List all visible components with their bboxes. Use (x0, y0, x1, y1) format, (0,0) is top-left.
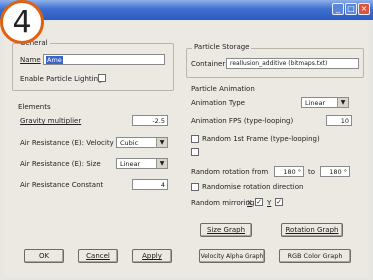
air-constant-field[interactable]: 4 (132, 179, 168, 190)
elements-legend: Elements (18, 103, 51, 111)
minimize-button[interactable]: _ (332, 3, 344, 15)
extra-checkbox[interactable] (191, 148, 199, 156)
enable-lighting-label: Enable Particle Lighting (20, 75, 103, 83)
particle-animation-legend: Particle Animation (191, 85, 255, 93)
container-label: Container (191, 60, 226, 68)
air-constant-label: Air Resistance Constant (20, 181, 104, 189)
gravity-label: Gravity multiplier (20, 117, 82, 125)
cancel-button[interactable]: Cancel (78, 249, 118, 263)
air-size-value: Linear (120, 160, 141, 168)
general-group (12, 43, 174, 91)
random-mirroring-label: Random mirroring (191, 199, 255, 207)
rotation-to-field[interactable]: 180 ° (320, 166, 350, 177)
air-size-label: Air Resistance (E): Size (20, 160, 101, 168)
random-first-frame-label: Random 1st Frame (type-looping) (202, 135, 320, 143)
step-number-badge: 4 (0, 0, 44, 44)
air-velocity-label: Air Resistance (E): Velocity (20, 139, 114, 147)
container-select[interactable]: reallusion_additive (bitmaps.txt) (226, 58, 359, 69)
chevron-down-icon: ▼ (156, 159, 167, 168)
rotation-from-field[interactable]: 180 ° (274, 166, 304, 177)
maximize-button[interactable]: □ (345, 3, 357, 15)
size-graph-button[interactable]: Size Graph (200, 223, 252, 237)
chevron-down-icon: ▼ (337, 98, 348, 107)
enable-lighting-checkbox[interactable] (98, 74, 106, 82)
dialog-body: General Name Ame Enable Particle Lightin… (4, 21, 369, 277)
chevron-down-icon: ▼ (156, 138, 167, 147)
rotation-graph-button[interactable]: Rotation Graph (281, 223, 343, 237)
name-value: Ame (46, 56, 63, 64)
randomise-direction-checkbox[interactable] (191, 183, 199, 191)
particle-storage-legend: Particle Storage (192, 43, 252, 51)
gravity-field[interactable]: -2.5 (132, 115, 168, 126)
air-velocity-value: Cubic (120, 139, 139, 147)
animation-fps-label: Animation FPS (type-looping) (191, 117, 294, 125)
name-label: Name (20, 56, 41, 64)
air-velocity-select[interactable]: Cubic ▼ (116, 137, 168, 148)
animation-type-value: Linear (305, 99, 326, 107)
animation-type-label: Animation Type (191, 99, 245, 107)
rotation-to-label: to (308, 168, 316, 176)
mirror-y-label: Y (267, 199, 272, 207)
randomise-direction-label: Randomise rotation direction (202, 183, 304, 191)
random-first-frame-checkbox[interactable] (191, 135, 199, 143)
apply-button[interactable]: Apply (132, 249, 172, 263)
animation-fps-field[interactable]: 10 (326, 115, 352, 126)
rotation-from-label: Random rotation from (191, 168, 269, 176)
mirror-x-label: X (247, 199, 252, 207)
velocity-alpha-graph-button[interactable]: Velocity Alpha Graph (199, 249, 265, 263)
ok-button[interactable]: OK (24, 249, 64, 263)
title-bar (0, 0, 373, 20)
name-field[interactable]: Ame (43, 54, 165, 65)
air-size-select[interactable]: Linear ▼ (116, 158, 168, 169)
rgb-color-graph-button[interactable]: RGB Color Graph (279, 249, 351, 263)
mirror-x-checkbox[interactable]: ✓ (255, 198, 263, 206)
mirror-y-checkbox[interactable]: ✓ (275, 198, 283, 206)
animation-type-select[interactable]: Linear ▼ (301, 97, 349, 108)
close-button[interactable]: × (358, 3, 370, 15)
